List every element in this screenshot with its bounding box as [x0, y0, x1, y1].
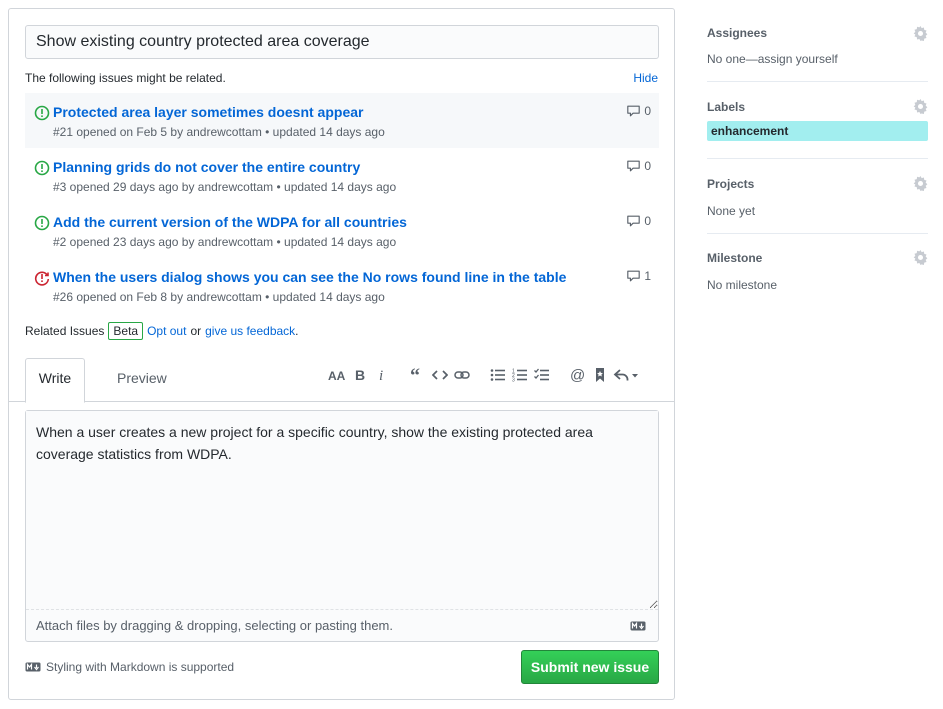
related-issue-item[interactable]: Add the current version of the WDPA for …	[25, 203, 659, 258]
svg-text:B: B	[355, 368, 365, 382]
new-issue-form: The following issues might be related. H…	[8, 8, 675, 700]
tab-write[interactable]: Write	[25, 358, 85, 403]
issue-opened-icon	[34, 215, 50, 231]
projects-heading[interactable]: Projects	[707, 159, 928, 191]
submit-new-issue-button[interactable]: Submit new issue	[521, 650, 659, 684]
issue-meta: #3 opened 29 days ago by andrewcottam • …	[53, 180, 397, 194]
related-issues-footer: Related Issues Beta Opt out or give us f…	[25, 322, 299, 340]
issue-opened-icon	[34, 160, 50, 176]
milestone-heading[interactable]: Milestone	[707, 234, 928, 265]
issue-title-link[interactable]: Planning grids do not cover the entire c…	[53, 159, 360, 175]
numbered-list-icon[interactable]: 123	[510, 364, 530, 386]
issue-opened-icon	[34, 105, 50, 121]
assignees-value[interactable]: No one—assign yourself	[707, 52, 928, 66]
hide-related-link[interactable]: Hide	[633, 71, 658, 85]
svg-text:i: i	[379, 368, 383, 382]
comment-count: 0	[626, 104, 651, 118]
comment-count-value: 0	[644, 104, 651, 118]
header-text-icon[interactable]: AA	[328, 364, 348, 386]
sidebar-projects: Projects None yet	[707, 159, 928, 234]
issue-title-link[interactable]: Add the current version of the WDPA for …	[53, 214, 407, 230]
svg-text:3: 3	[512, 378, 515, 383]
related-issues-hint: The following issues might be related.	[25, 71, 226, 85]
bold-icon[interactable]: B	[350, 364, 370, 386]
related-issues-label: Related Issues	[25, 324, 105, 338]
attach-files-hint[interactable]: Attach files by dragging & dropping, sel…	[36, 618, 393, 633]
related-issue-item[interactable]: When the users dialog shows you can see …	[25, 258, 659, 313]
sidebar-labels: Labels enhancement	[707, 82, 928, 159]
issue-meta: #21 opened on Feb 5 by andrewcottam • up…	[53, 125, 385, 139]
opt-out-link[interactable]: Opt out	[147, 324, 186, 338]
comment-editor: When a user creates a new project for a …	[25, 410, 659, 642]
markdown-support-note: Styling with Markdown is supported	[25, 660, 234, 674]
comment-icon	[627, 160, 641, 172]
link-icon[interactable]	[452, 364, 472, 386]
issue-meta: #26 opened on Feb 8 by andrewcottam • up…	[53, 290, 385, 304]
svg-text:@: @	[570, 367, 585, 383]
gear-icon[interactable]	[913, 250, 928, 265]
comment-icon	[627, 105, 641, 117]
tab-preview[interactable]: Preview	[105, 359, 179, 405]
feedback-link[interactable]: give us feedback	[205, 324, 295, 338]
mention-icon[interactable]: @	[568, 364, 588, 386]
reply-dropdown-icon[interactable]	[612, 364, 640, 386]
sidebar-milestone: Milestone No milestone	[707, 234, 928, 304]
or-text: or	[190, 324, 202, 338]
comment-count-value: 0	[644, 214, 651, 228]
comment-count: 1	[626, 269, 651, 283]
comment-icon	[627, 215, 641, 227]
markdown-icon	[630, 621, 646, 631]
labels-heading[interactable]: Labels	[707, 82, 928, 114]
italic-icon[interactable]: i	[372, 364, 392, 386]
issue-body-textarea[interactable]: When a user creates a new project for a …	[26, 411, 658, 610]
svg-text:“: “	[410, 368, 420, 382]
issue-reopened-icon	[34, 271, 50, 286]
milestone-value: No milestone	[707, 278, 778, 292]
label-enhancement[interactable]: enhancement	[707, 121, 928, 141]
issue-meta: #2 opened 23 days ago by andrewcottam • …	[53, 235, 397, 249]
beta-badge: Beta	[108, 322, 144, 340]
assignees-heading[interactable]: Assignees	[707, 16, 928, 40]
issue-title-link[interactable]: When the users dialog shows you can see …	[53, 269, 566, 285]
related-issue-list: Protected area layer sometimes doesnt ap…	[25, 93, 659, 313]
related-issue-item[interactable]: Planning grids do not cover the entire c…	[25, 148, 659, 203]
gear-icon[interactable]	[913, 26, 928, 41]
markdown-note-text: Styling with Markdown is supported	[46, 660, 235, 674]
gear-icon[interactable]	[913, 176, 928, 191]
comment-count: 0	[626, 214, 651, 228]
markdown-icon	[25, 662, 41, 672]
issue-title-link[interactable]: Protected area layer sometimes doesnt ap…	[53, 104, 363, 120]
projects-value: None yet	[707, 204, 756, 218]
sidebar-assignees: Assignees No one—assign yourself	[707, 16, 928, 82]
issue-title-input[interactable]	[25, 25, 659, 59]
issue-sidebar: Assignees No one—assign yourself Labels …	[707, 16, 928, 304]
bulleted-list-icon[interactable]	[488, 364, 508, 386]
svg-text:AA: AA	[328, 369, 346, 382]
feedback-period: .	[295, 324, 299, 338]
saved-reply-icon[interactable]	[590, 364, 610, 386]
comment-count: 0	[626, 159, 651, 173]
related-issue-item[interactable]: Protected area layer sometimes doesnt ap…	[25, 93, 659, 148]
markdown-toolbar: AA B i “ 123 @	[327, 363, 641, 387]
comment-icon	[627, 270, 641, 282]
task-list-icon[interactable]	[532, 364, 552, 386]
quote-icon[interactable]: “	[408, 364, 428, 386]
gear-icon[interactable]	[913, 99, 928, 114]
code-icon[interactable]	[430, 364, 450, 386]
comment-count-value: 1	[644, 269, 651, 283]
comment-count-value: 0	[644, 159, 651, 173]
